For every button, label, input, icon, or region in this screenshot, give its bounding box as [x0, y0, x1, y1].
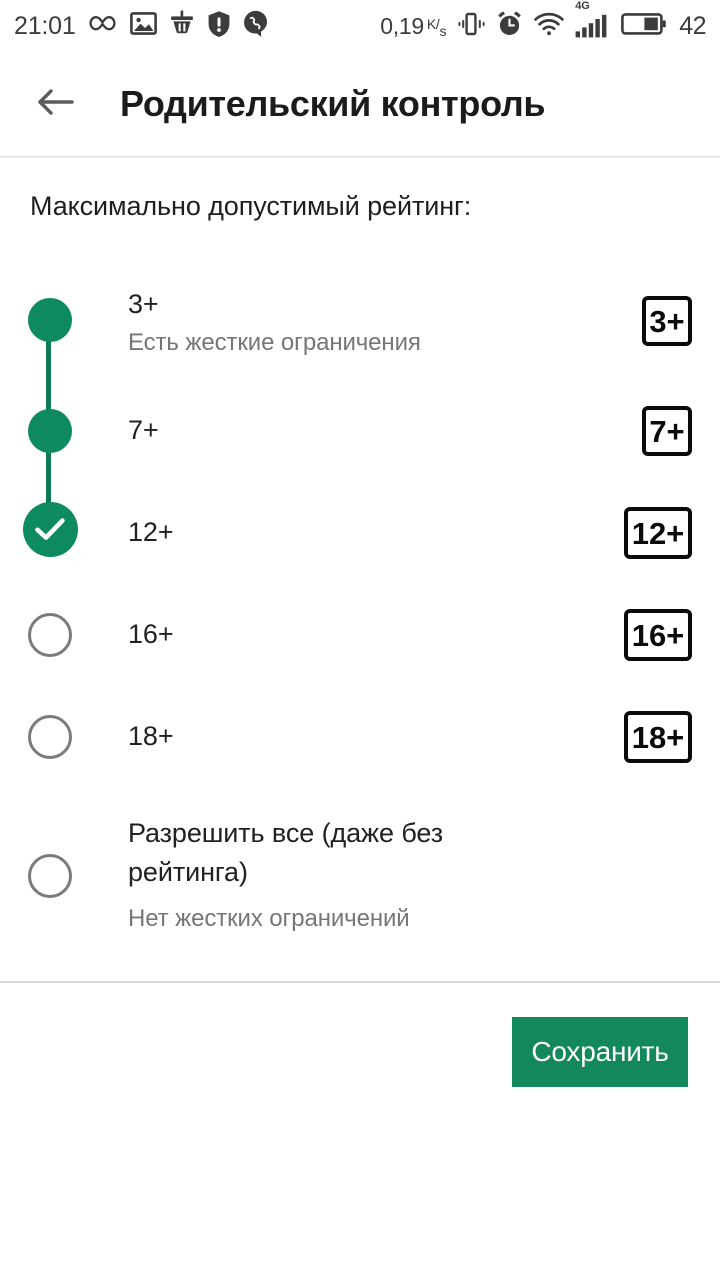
option-title: 12+ — [128, 517, 174, 547]
arrow-left-icon — [36, 86, 76, 123]
option-text-12plus: 12+ — [128, 513, 588, 552]
option-subtitle: Нет жестких ограничений — [128, 905, 410, 933]
battery-icon — [620, 11, 666, 42]
radio-filled-icon — [28, 298, 72, 342]
wifi-icon — [534, 12, 564, 41]
signal-icon: 4G — [575, 1, 609, 39]
signal-network-label: 4G — [575, 0, 590, 12]
section-label: Максимально допустимый рейтинг: — [30, 191, 472, 221]
network-speed-unit: K/s — [426, 15, 447, 39]
check-icon — [35, 518, 65, 540]
photo-icon — [129, 10, 157, 42]
option-row-3plus[interactable]: 3+ Есть жесткие ограничения 3+ — [0, 260, 720, 380]
option-text-18plus: 18+ — [128, 717, 588, 756]
shield-alert-icon — [207, 10, 231, 43]
option-text-7plus: 7+ — [128, 411, 588, 450]
radio-7plus[interactable] — [22, 403, 78, 459]
vibrate-icon — [457, 11, 485, 42]
phone-screen: 21:01 0,19 K/s 4G 42 Родительский контро… — [0, 0, 720, 1280]
option-row-16plus[interactable]: 16+ 16+ — [0, 584, 720, 686]
option-row-7plus[interactable]: 7+ 7+ — [0, 380, 720, 482]
radio-checked-icon — [22, 501, 78, 557]
cleaner-icon — [169, 10, 195, 42]
option-title: 7+ — [128, 415, 159, 445]
radio-18plus[interactable] — [22, 709, 78, 765]
network-speed-value: 0,19 — [380, 12, 424, 39]
infinity-icon — [88, 13, 118, 40]
radio-filled-icon — [28, 409, 72, 453]
radio-allow-all[interactable] — [22, 848, 78, 904]
app-bar: Родительский контроль — [0, 52, 720, 156]
rating-badge-7plus: 7+ — [642, 406, 692, 456]
rating-badge-12plus: 12+ — [624, 507, 692, 559]
option-text-16plus: 16+ — [128, 615, 588, 654]
radio-empty-icon — [28, 715, 72, 759]
network-speed-unit-top: K — [426, 15, 436, 32]
option-text-3plus: 3+ Есть жесткие ограничения — [128, 285, 588, 360]
network-speed-unit-bottom: s — [439, 22, 447, 39]
back-button[interactable] — [24, 72, 88, 136]
radio-empty-icon — [28, 854, 72, 898]
radio-12plus[interactable] — [22, 501, 78, 557]
option-row-12plus[interactable]: 12+ 12+ — [0, 482, 720, 584]
rating-badge-16plus: 16+ — [624, 609, 692, 661]
option-text-allow-all: Разрешить все (даже без рейтинга) Нет же… — [128, 814, 498, 936]
content-area: Максимально допустимый рейтинг: 3+ Есть … — [0, 159, 720, 981]
radio-16plus[interactable] — [22, 607, 78, 663]
option-title: 3+ — [128, 289, 159, 319]
radio-empty-icon — [28, 613, 72, 657]
option-title: Разрешить все (даже без рейтинга) — [128, 818, 443, 888]
battery-percent: 42 — [679, 11, 706, 40]
save-button[interactable]: Сохранить — [512, 1017, 688, 1087]
alarm-icon — [496, 10, 523, 42]
viber-icon — [243, 10, 270, 43]
page-title: Родительский контроль — [120, 83, 546, 124]
radio-3plus[interactable] — [22, 292, 78, 348]
rating-badge-18plus: 18+ — [624, 711, 692, 763]
status-bar: 21:01 0,19 K/s 4G 42 — [0, 0, 720, 52]
option-row-allow-all[interactable]: Разрешить все (даже без рейтинга) Нет же… — [0, 788, 720, 948]
option-row-18plus[interactable]: 18+ 18+ — [0, 686, 720, 788]
network-speed: 0,19 K/s — [380, 13, 446, 40]
status-bar-right: 0,19 K/s 4G 42 — [380, 1, 706, 42]
option-subtitle: Есть жесткие ограничения — [128, 329, 421, 357]
option-title: 18+ — [128, 721, 174, 751]
option-title: 16+ — [128, 619, 174, 649]
status-bar-left: 21:01 — [14, 10, 270, 43]
rating-badge-3plus: 3+ — [642, 296, 692, 346]
footer-bar: Сохранить — [0, 983, 720, 1280]
status-time: 21:01 — [14, 11, 76, 40]
